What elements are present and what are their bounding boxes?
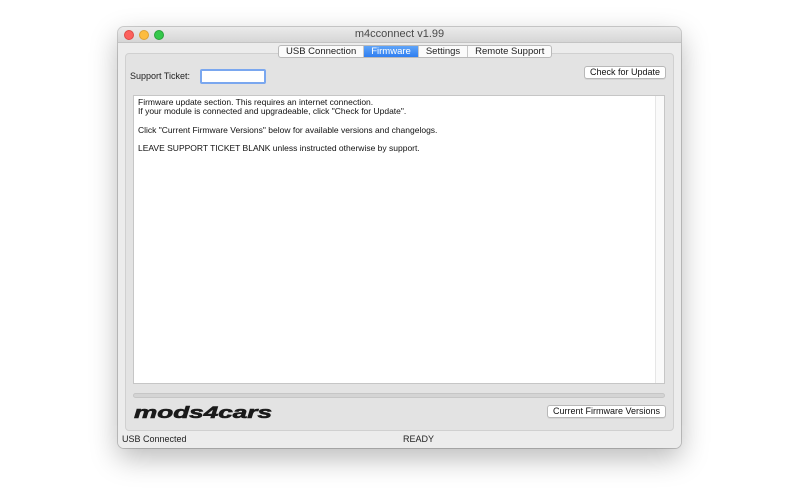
- logo-text: mods4cars: [134, 403, 272, 422]
- support-ticket-input[interactable]: [200, 69, 266, 84]
- app-window: m4cconnect v1.99 USB Connection Firmware…: [118, 27, 681, 448]
- tab-bar: USB Connection Firmware Settings Remote …: [278, 45, 553, 58]
- title-bar[interactable]: m4cconnect v1.99: [118, 27, 681, 43]
- support-ticket-label: Support Ticket:: [130, 71, 191, 81]
- tab-settings[interactable]: Settings: [419, 46, 469, 57]
- current-firmware-versions-button[interactable]: Current Firmware Versions: [546, 405, 666, 418]
- tab-firmware[interactable]: Firmware: [364, 46, 419, 57]
- tab-usb-connection[interactable]: USB Connection: [279, 46, 365, 57]
- window-title: m4cconnect v1.99: [354, 28, 445, 40]
- ready-status: READY: [403, 434, 435, 444]
- connection-status: USB Connected: [122, 434, 187, 444]
- tab-remote-support[interactable]: Remote Support: [468, 46, 551, 57]
- check-for-update-button[interactable]: Check for Update: [583, 66, 666, 79]
- info-line: LEAVE SUPPORT TICKET BLANK unless instru…: [138, 142, 420, 153]
- progress-bar: [133, 393, 665, 398]
- info-line: If your module is connected and upgradea…: [138, 106, 407, 117]
- mods4cars-logo: mods4cars: [134, 403, 273, 423]
- info-line: Click "Current Firmware Versions" below …: [138, 124, 438, 135]
- status-bar: USB Connected READY: [118, 432, 681, 448]
- firmware-info-text: Firmware update section. This requires a…: [138, 97, 438, 153]
- firmware-info-text-area[interactable]: Firmware update section. This requires a…: [133, 95, 665, 384]
- text-area-vertical-scrollbar[interactable]: [655, 96, 664, 383]
